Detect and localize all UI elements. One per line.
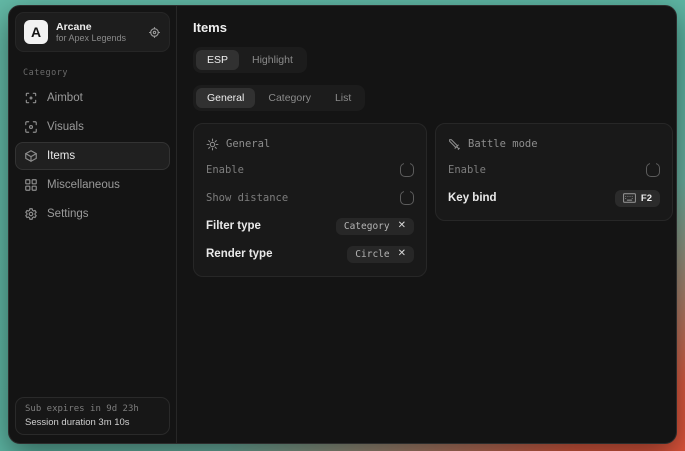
sword-icon	[448, 138, 461, 151]
category-label: Category	[23, 68, 170, 78]
checkbox-show-distance[interactable]	[400, 191, 414, 205]
setting-row: Enable	[448, 158, 660, 182]
keybind-button[interactable]: F2	[615, 190, 660, 207]
brand-card: A Arcane for Apex Legends	[15, 12, 170, 52]
select-value: Circle	[355, 249, 389, 260]
sidebar-nav: Aimbot Visuals Items Miscellaneous Settings	[15, 84, 170, 228]
subtab-list[interactable]: List	[324, 88, 362, 108]
panel-general: General Enable Show distance Filter type Cat…	[193, 123, 427, 277]
subtab-category[interactable]: Category	[257, 88, 322, 108]
panels-area: General Enable Show distance Filter type Cat…	[193, 123, 673, 277]
app-logo: A	[24, 20, 48, 44]
crosshair-icon	[24, 91, 38, 105]
setting-row: Enable	[206, 158, 414, 182]
main-content: Items ESPHighlight GeneralCategoryList G…	[177, 6, 677, 443]
setting-label: Enable	[206, 164, 244, 176]
select-render-type[interactable]: Circle ✕	[347, 246, 414, 263]
box-icon	[24, 149, 38, 163]
app-name: Arcane	[56, 21, 140, 33]
sidebar-item-label: Items	[47, 150, 75, 162]
select-filter-type[interactable]: Category ✕	[336, 218, 414, 235]
setting-row: Render type Circle ✕	[206, 242, 414, 266]
sidebar: A Arcane for Apex Legends Category Aimbo…	[9, 6, 176, 443]
sub-tab-group: GeneralCategoryList	[193, 85, 365, 111]
mode-tab-group: ESPHighlight	[193, 47, 307, 73]
keyboard-icon	[623, 193, 636, 203]
sidebar-item-items[interactable]: Items	[15, 142, 170, 170]
sidebar-item-label: Miscellaneous	[47, 179, 120, 191]
eye-scan-icon	[24, 120, 38, 134]
grid-icon	[24, 178, 38, 192]
select-value: Category	[344, 221, 390, 232]
setting-label: Enable	[448, 164, 486, 176]
setting-label: Key bind	[448, 192, 497, 204]
session-duration-text: Session duration 3m 10s	[25, 417, 160, 428]
app-window: A Arcane for Apex Legends Category Aimbo…	[8, 5, 677, 444]
sub-expires-text: Sub expires in 9d 23h	[25, 404, 160, 414]
sidebar-item-aimbot[interactable]: Aimbot	[15, 84, 170, 112]
sidebar-item-miscellaneous[interactable]: Miscellaneous	[15, 171, 170, 199]
tab-esp[interactable]: ESP	[196, 50, 239, 70]
setting-label: Render type	[206, 248, 272, 260]
setting-label: Filter type	[206, 220, 261, 232]
setting-row: Show distance	[206, 186, 414, 210]
sidebar-item-label: Visuals	[47, 121, 84, 133]
crosshair-icon[interactable]	[148, 26, 161, 39]
setting-row: Filter type Category ✕	[206, 214, 414, 238]
subtab-general[interactable]: General	[196, 88, 255, 108]
sidebar-item-label: Settings	[47, 208, 89, 220]
page-title: Items	[193, 20, 673, 35]
sidebar-item-visuals[interactable]: Visuals	[15, 113, 170, 141]
clear-icon[interactable]: ✕	[398, 249, 406, 259]
subscription-card: Sub expires in 9d 23h Session duration 3…	[15, 397, 170, 435]
clear-icon[interactable]: ✕	[398, 221, 406, 231]
setting-label: Show distance	[206, 192, 288, 204]
tab-highlight[interactable]: Highlight	[241, 50, 304, 70]
panel-battle-mode: Battle mode Enable Key bind F2	[435, 123, 673, 221]
sidebar-item-label: Aimbot	[47, 92, 83, 104]
keybind-value: F2	[641, 193, 652, 204]
sun-icon	[206, 138, 219, 151]
checkbox-enable[interactable]	[646, 163, 660, 177]
panel-title: Battle mode	[468, 138, 538, 150]
panel-title: General	[226, 138, 270, 150]
checkbox-enable[interactable]	[400, 163, 414, 177]
app-subtitle: for Apex Legends	[56, 33, 140, 43]
gear-icon	[24, 207, 38, 221]
sidebar-item-settings[interactable]: Settings	[15, 200, 170, 228]
setting-row: Key bind F2	[448, 186, 660, 210]
